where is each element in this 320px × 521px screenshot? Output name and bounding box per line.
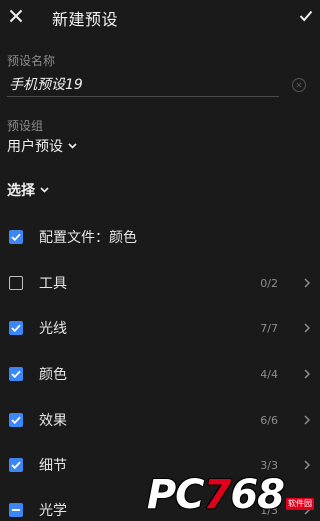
watermark-badge: 软件园 — [286, 498, 314, 510]
header-bar: 新建预设 — [0, 0, 320, 34]
setting-item-tools[interactable]: 工具 0/2 — [0, 268, 320, 298]
item-count: 6/6 — [260, 413, 278, 427]
clear-icon — [296, 82, 302, 88]
checkbox-checked[interactable] — [9, 367, 23, 381]
preset-group-value: 用户预设 — [7, 139, 63, 155]
close-icon — [9, 9, 23, 23]
item-label: 配置文件：颜色 — [39, 230, 137, 246]
setting-item-effects[interactable]: 效果 6/6 — [0, 405, 320, 435]
checkbox-checked[interactable] — [9, 321, 23, 335]
check-icon — [11, 370, 21, 378]
select-dropdown[interactable]: 选择 — [7, 180, 49, 200]
clear-input-button[interactable] — [292, 78, 306, 92]
item-label: 光线 — [39, 321, 67, 337]
check-icon — [11, 416, 21, 424]
item-label: 效果 — [39, 413, 67, 429]
check-icon — [11, 233, 21, 241]
checkbox-partial[interactable] — [9, 503, 23, 517]
checkbox-checked[interactable] — [9, 458, 23, 472]
item-count: 4/4 — [260, 367, 278, 381]
item-label: 光学 — [39, 503, 67, 519]
new-preset-screen: 新建预设 预设名称 预设组 用户预设 选择 配置文件：颜色 — [0, 0, 320, 521]
setting-item-light[interactable]: 光线 7/7 — [0, 313, 320, 343]
checkmark-icon — [299, 10, 313, 22]
item-count: 0/2 — [260, 276, 278, 290]
checkbox-checked[interactable] — [9, 230, 23, 244]
item-count: 3/3 — [260, 458, 278, 472]
check-icon — [11, 461, 21, 469]
chevron-right-icon[interactable] — [303, 414, 311, 426]
item-label: 细节 — [39, 458, 67, 474]
select-label: 选择 — [7, 183, 35, 199]
close-button[interactable] — [7, 7, 25, 25]
check-icon — [11, 324, 21, 332]
chevron-right-icon[interactable] — [303, 322, 311, 334]
preset-name-label: 预设名称 — [7, 54, 56, 68]
item-count: 7/7 — [260, 321, 278, 335]
watermark-text: PC768 — [146, 472, 285, 518]
item-label: 工具 — [39, 276, 67, 292]
preset-name-input[interactable] — [7, 72, 279, 97]
checkbox-unchecked[interactable] — [9, 276, 23, 290]
chevron-down-icon — [40, 187, 49, 193]
chevron-right-icon[interactable] — [303, 368, 311, 380]
minus-icon — [12, 509, 20, 511]
preset-group-label: 预设组 — [7, 119, 44, 133]
item-label: 颜色 — [39, 367, 67, 383]
chevron-right-icon[interactable] — [303, 277, 311, 289]
setting-item-profile-color[interactable]: 配置文件：颜色 — [0, 222, 320, 252]
chevron-right-icon[interactable] — [303, 459, 311, 471]
checkbox-checked[interactable] — [9, 413, 23, 427]
chevron-down-icon — [68, 143, 77, 149]
preset-group-dropdown[interactable]: 用户预设 — [7, 136, 77, 156]
page-title: 新建预设 — [52, 10, 119, 29]
confirm-button[interactable] — [298, 8, 314, 24]
setting-item-color[interactable]: 颜色 4/4 — [0, 359, 320, 389]
site-watermark-logo: PC768 软件园 — [147, 475, 314, 515]
